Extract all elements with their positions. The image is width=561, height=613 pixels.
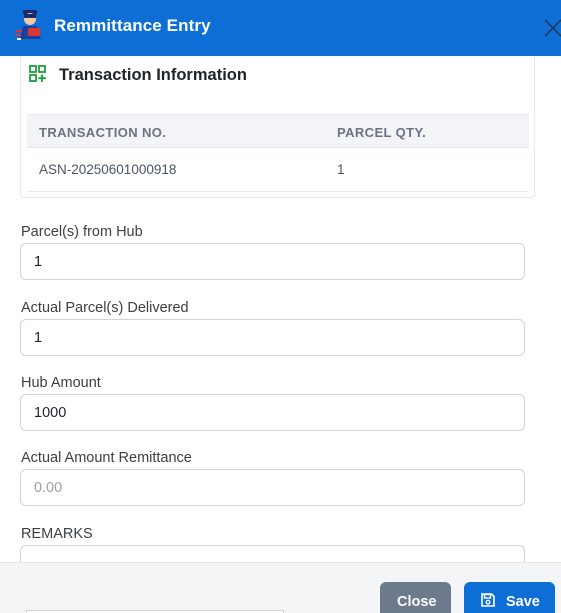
modal-header: Remmittance Entry [0,0,561,56]
cell-parcel-qty: 1 [337,162,345,177]
actual-parcels-delivered-label: Actual Parcel(s) Delivered [21,300,189,316]
actual-amount-remittance-input[interactable] [20,469,525,506]
modal-title: Remmittance Entry [54,16,211,35]
column-header-parcel-qty: PARCEL QTY. [337,125,427,140]
actual-amount-remittance-label: Actual Amount Remittance [21,450,192,466]
card-title: Transaction Information [59,66,247,84]
parcels-from-hub-input[interactable] [20,243,525,280]
column-header-transaction-no: TRANSACTION NO. [39,125,167,140]
actual-parcels-delivered-input[interactable] [20,319,525,356]
delivery-rider-logo-icon [15,10,41,40]
close-button[interactable]: Close [380,582,451,613]
hub-amount-label: Hub Amount [21,375,101,391]
remittance-entry-modal: Remmittance Entry Transaction Informatio… [0,0,561,613]
cell-transaction-no: ASN-20250601000918 [39,162,177,177]
parcels-from-hub-label: Parcel(s) from Hub [21,224,143,240]
modal-footer: Close Save [0,562,561,613]
hub-amount-input[interactable] [20,394,525,431]
table-header: TRANSACTION NO. PARCEL QTY. [27,114,529,148]
transaction-information-card: Transaction Information TRANSACTION NO. … [20,56,535,198]
qr-add-icon [29,65,46,82]
transaction-table: TRANSACTION NO. PARCEL QTY. ASN-20250601… [27,114,529,192]
remarks-label: REMARKS [21,526,93,542]
table-row: ASN-20250601000918 1 [27,148,529,192]
save-button-label: Save [506,594,540,610]
close-icon[interactable] [541,14,561,42]
save-icon [481,593,495,607]
save-button[interactable]: Save [464,582,555,613]
close-button-label: Close [397,594,437,610]
